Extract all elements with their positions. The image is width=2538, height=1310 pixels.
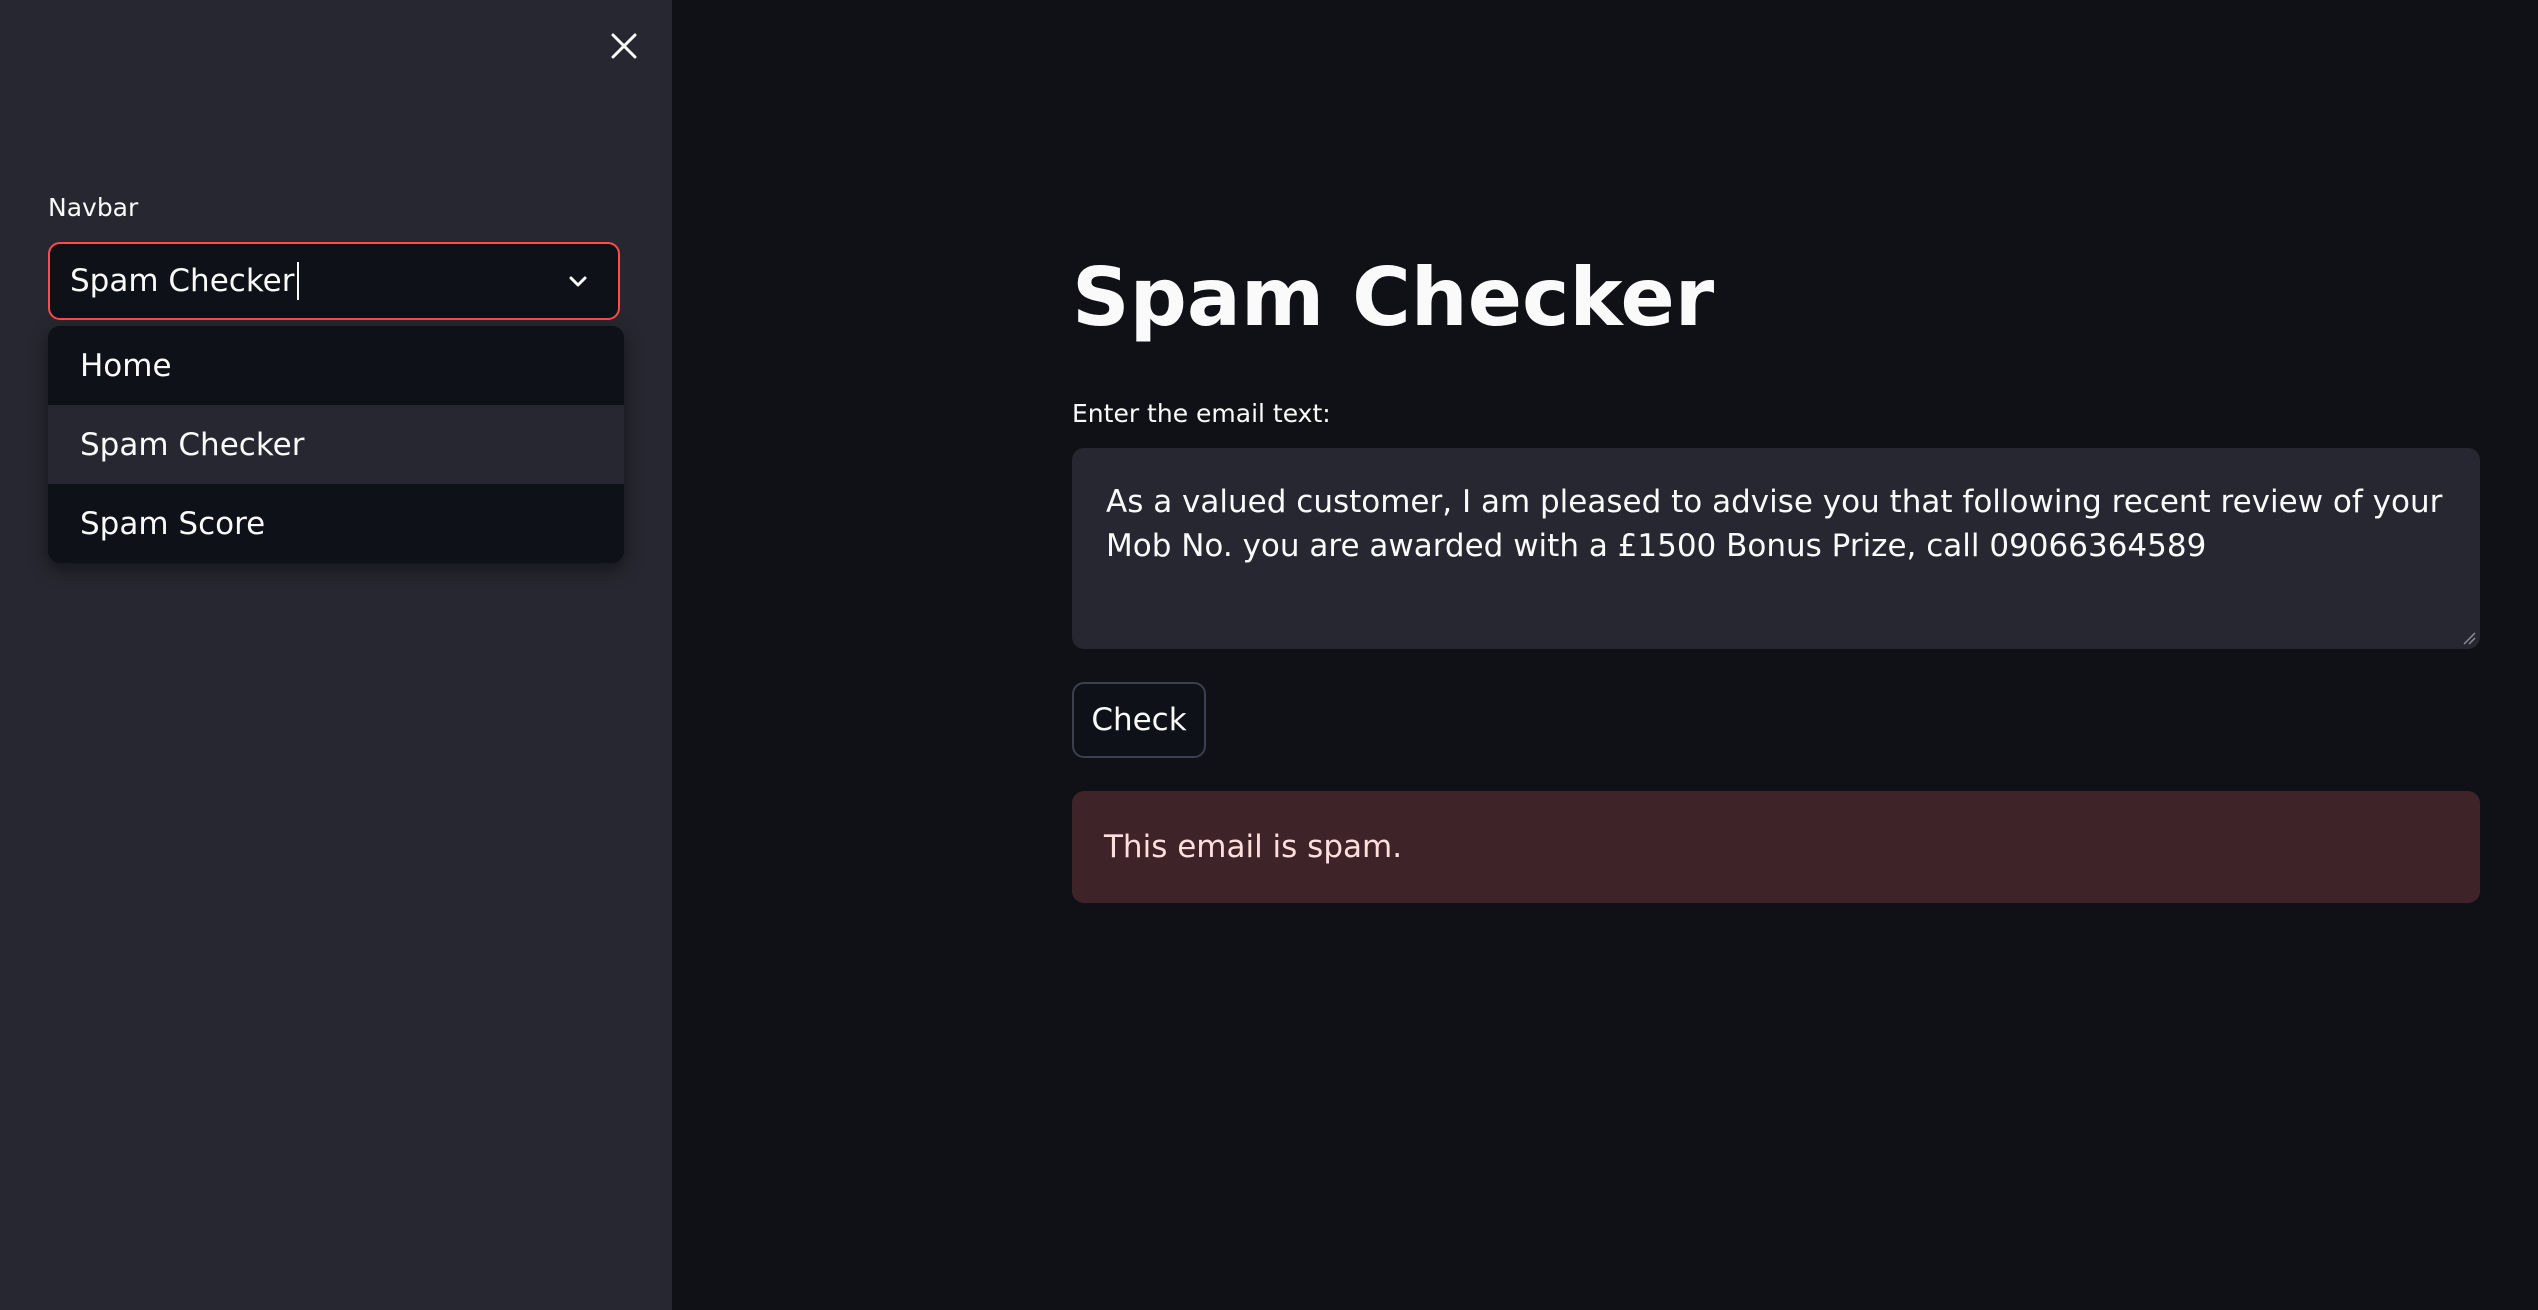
spam-result-alert: This email is spam. (1072, 791, 2480, 903)
dropdown-option-spam-score[interactable]: Spam Score (48, 484, 624, 563)
text-caret (297, 262, 300, 300)
navbar-select-toggle[interactable] (560, 264, 596, 300)
check-button[interactable]: Check (1072, 682, 1206, 758)
navbar-dropdown-menu: Home Spam Checker Spam Score (48, 326, 624, 563)
spam-result-message: This email is spam. (1104, 829, 1403, 865)
navbar-label: Navbar (48, 193, 139, 222)
navbar-select-value[interactable]: Spam Checker (70, 263, 294, 299)
email-text-label: Enter the email text: (1072, 399, 1331, 428)
app-root: Navbar Spam Checker Home Spam Checker Sp… (0, 0, 2538, 1310)
navbar-select[interactable]: Spam Checker (48, 242, 620, 320)
close-sidebar-button[interactable] (600, 22, 648, 70)
main-content: Spam Checker Enter the email text: As a … (672, 0, 2538, 1310)
close-icon (611, 33, 637, 59)
sidebar: Navbar Spam Checker Home Spam Checker Sp… (0, 0, 672, 1310)
email-text-input[interactable]: As a valued customer, I am pleased to ad… (1072, 448, 2480, 649)
page-title: Spam Checker (1072, 251, 1715, 344)
dropdown-option-home[interactable]: Home (48, 326, 624, 405)
dropdown-option-spam-checker[interactable]: Spam Checker (48, 405, 624, 484)
resize-handle-icon[interactable] (2462, 631, 2476, 645)
chevron-down-icon (569, 276, 587, 287)
email-text-value: As a valued customer, I am pleased to ad… (1106, 484, 2443, 564)
